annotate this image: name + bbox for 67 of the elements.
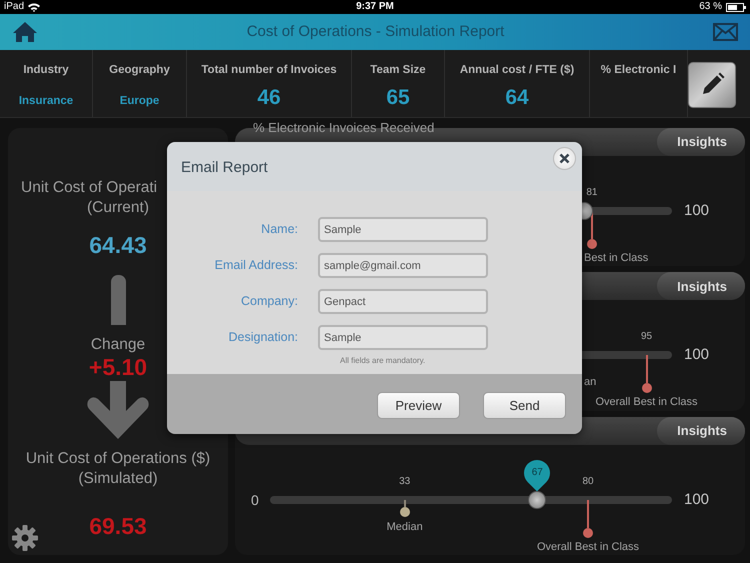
send-button[interactable]: Send <box>483 392 566 419</box>
slider-value: 67 <box>530 466 544 480</box>
report-title: Cost of Operations - Simulation Report <box>246 22 504 42</box>
field-label: Designation: <box>228 329 299 346</box>
marker-value: 95 <box>640 330 652 344</box>
metric-value: 46 <box>256 85 282 112</box>
input-field[interactable]: Genpact <box>318 289 488 314</box>
metric-label: Industry <box>22 63 70 78</box>
summary-label: Unit Cost of Operations ($) <box>24 448 212 468</box>
home-button[interactable] <box>12 21 38 43</box>
marker-value: 33 <box>399 474 410 489</box>
battery-icon <box>726 2 746 12</box>
settings-icon[interactable] <box>12 525 38 551</box>
marker-value: 80 <box>582 474 594 489</box>
change-value: +5.10 <box>88 354 148 378</box>
marker-value: 81 <box>586 186 598 200</box>
device-name: iPad <box>4 0 24 14</box>
clock-time: 9:37 PM <box>355 0 395 14</box>
metric-label: Annual cost / FTE ($) <box>458 63 576 78</box>
marker-label: Median <box>386 520 423 535</box>
leader-line <box>646 355 648 384</box>
scale-max: 100 <box>684 347 710 364</box>
field-label: Email Address: <box>214 257 299 274</box>
scale-min: 0 <box>251 492 260 508</box>
scale-max: 100 <box>684 492 710 508</box>
input-field[interactable]: Sample <box>318 325 488 350</box>
change-label: Change <box>90 334 146 354</box>
summary-sublabel: (Simulated) <box>77 468 159 488</box>
down-arrow-icon <box>86 380 150 440</box>
close-button[interactable] <box>553 147 576 170</box>
metric-value: Europe <box>118 94 160 110</box>
metric-label: Geography <box>108 63 171 78</box>
metric-label: Team Size <box>369 63 427 78</box>
slider-thumb[interactable] <box>528 490 546 509</box>
field-label: Company: <box>240 293 299 310</box>
marker-label: Best in Class <box>584 251 648 266</box>
marker-label: Overall Best in Class <box>595 395 698 410</box>
panel-title: % Electronic Invoices Received <box>253 119 434 137</box>
close-icon <box>559 153 570 164</box>
insights-button[interactable]: Insights <box>657 416 745 445</box>
wifi-icon <box>28 2 40 12</box>
preview-button[interactable]: Preview <box>377 392 460 419</box>
connector-bar <box>110 274 126 324</box>
input-field[interactable]: sample@gmail.com <box>318 253 488 278</box>
summary-label: Unit Cost of Operati <box>20 178 158 198</box>
slider-track[interactable] <box>270 490 672 538</box>
dialog-title: Email Report <box>181 158 268 178</box>
scale-max: 100 <box>684 203 710 219</box>
field-label: Name: <box>260 221 299 238</box>
metric-label: % Electronic I <box>600 63 678 78</box>
edit-button[interactable] <box>688 62 736 108</box>
summary-sublabel: (Current) <box>86 198 150 218</box>
mail-button[interactable] <box>713 23 738 41</box>
metric-value: Insurance <box>18 94 74 110</box>
metric-label: Total number of Invoices <box>200 63 338 78</box>
input-field[interactable]: Sample <box>318 217 488 242</box>
metric-value: 65 <box>385 85 411 112</box>
insights-button[interactable]: Insights <box>657 272 745 300</box>
current-value: 64.43 <box>88 231 148 260</box>
marker-label: Overall Best in Class <box>536 540 640 555</box>
metric-value: 64 <box>504 85 530 112</box>
marker-label: an <box>584 375 596 390</box>
mandatory-note: All fields are mandatory. <box>340 355 426 367</box>
simulated-value: 69.53 <box>89 512 147 540</box>
battery-percent: 63 % <box>699 0 722 14</box>
insights-button[interactable]: Insights <box>657 128 745 156</box>
leader-line <box>587 500 589 528</box>
